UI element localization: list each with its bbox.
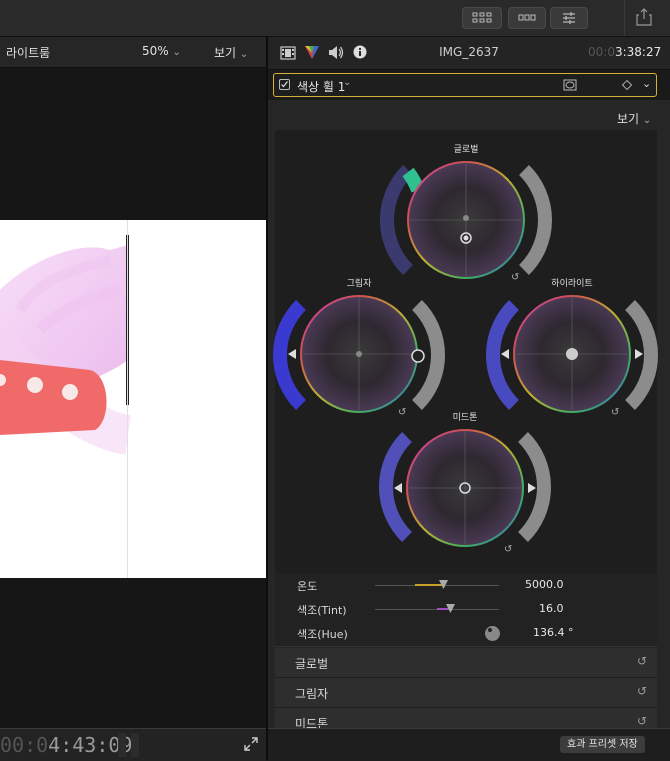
- hue-dial[interactable]: [485, 626, 500, 641]
- timecode-display: 00:04:43:09: [0, 733, 132, 757]
- grid-icon: [472, 12, 492, 23]
- video-frame-image: [0, 220, 132, 578]
- wheels-view-menu[interactable]: 보기 ⌄: [617, 110, 651, 127]
- reset-icon[interactable]: ↺: [637, 684, 647, 698]
- library-title: 라이트룸: [6, 46, 51, 60]
- clip-duration-value: 3:38:27: [614, 45, 662, 59]
- filmstrip-view-button[interactable]: [508, 7, 546, 29]
- grid-view-button[interactable]: [462, 7, 502, 29]
- slider-row-hue: 색조(Hue) 136.4 °: [275, 622, 657, 647]
- shadows-wheel[interactable]: ↺: [272, 295, 446, 418]
- hue-dial-indicator: [488, 628, 492, 632]
- checkmark-icon: [281, 81, 288, 88]
- reset-icon[interactable]: ↺: [504, 544, 512, 555]
- section-shadows[interactable]: 그림자 ↺: [275, 678, 657, 708]
- filmstrip-icon: [518, 14, 536, 21]
- hue-value[interactable]: 136.4 °: [533, 626, 574, 639]
- highlights-wheel[interactable]: ↺: [485, 295, 659, 418]
- effect-name: 색상 휠 1: [297, 80, 346, 94]
- save-effects-preset-button[interactable]: 효과 프리셋 저장: [560, 736, 645, 753]
- viewer-view-menu[interactable]: 보기 ⌄: [214, 44, 248, 61]
- playhead-marker: [131, 733, 139, 757]
- slider-row-temperature: 온도 5000.0: [275, 574, 657, 599]
- clip-duration: 00:03:38:27: [588, 45, 661, 59]
- reset-icon[interactable]: ↺: [637, 714, 647, 728]
- chevron-down-icon: ⌄: [642, 115, 652, 126]
- video-frame: [0, 220, 266, 578]
- hue-label: 색조(Hue): [297, 628, 348, 641]
- midtones-wheel[interactable]: ↺: [378, 429, 552, 555]
- timecode-lead: 00:0: [0, 733, 49, 757]
- keyframe-icon[interactable]: [622, 80, 632, 90]
- color-wheels: ↺ ↺ ↺ ↺: [272, 161, 659, 555]
- tint-label: 색조(Tint): [297, 604, 347, 617]
- tint-value[interactable]: 16.0: [539, 602, 564, 615]
- reset-icon[interactable]: ↺: [611, 407, 619, 418]
- temperature-value[interactable]: 5000.0: [525, 578, 564, 591]
- effect-enable-checkbox[interactable]: [279, 79, 290, 90]
- zoom-menu[interactable]: 50% ⌄: [142, 44, 181, 58]
- chevron-down-icon: ⌄: [172, 47, 181, 58]
- share-icon: [636, 8, 652, 26]
- section-global[interactable]: 글로벌 ↺: [275, 648, 657, 678]
- clip-duration-lead: 00:0: [588, 45, 615, 59]
- highlights-puck[interactable]: [566, 348, 578, 360]
- reset-icon[interactable]: ↺: [637, 654, 647, 668]
- effect-menu-chevron-icon[interactable]: ⌄: [642, 77, 651, 90]
- zoom-value: 50%: [142, 44, 169, 58]
- inspector-toggle-button[interactable]: [550, 7, 588, 29]
- global-wheel-label: 글로벌: [453, 145, 479, 155]
- temperature-label: 온도: [297, 580, 318, 593]
- sliders-icon: [563, 12, 575, 24]
- chevron-down-icon: ⌄: [239, 49, 249, 60]
- shadows-wheel-label: 그림자: [346, 279, 372, 289]
- highlights-wheel-label: 하이라이트: [551, 279, 593, 289]
- section-midtones[interactable]: 미드톤 ↺: [275, 708, 657, 731]
- section-shadows-label: 그림자: [295, 687, 329, 701]
- view-label: 보기: [617, 112, 640, 126]
- fullscreen-icon: [244, 737, 258, 751]
- slider-row-tint: 색조(Tint) 16.0: [275, 598, 657, 623]
- shadows-puck[interactable]: [411, 349, 425, 363]
- mask-icon[interactable]: [563, 79, 577, 91]
- share-button[interactable]: [636, 8, 654, 28]
- toolbar-divider: [624, 0, 625, 36]
- section-global-label: 글로벌: [295, 657, 329, 671]
- midtones-wheel-label: 미드톤: [452, 413, 478, 423]
- temperature-fill: [415, 584, 443, 586]
- top-toolbar: [0, 0, 670, 37]
- global-wheel[interactable]: ↺: [379, 161, 553, 283]
- playhead-marker: [118, 733, 126, 757]
- view-label: 보기: [214, 46, 237, 60]
- fullscreen-button[interactable]: [244, 737, 258, 754]
